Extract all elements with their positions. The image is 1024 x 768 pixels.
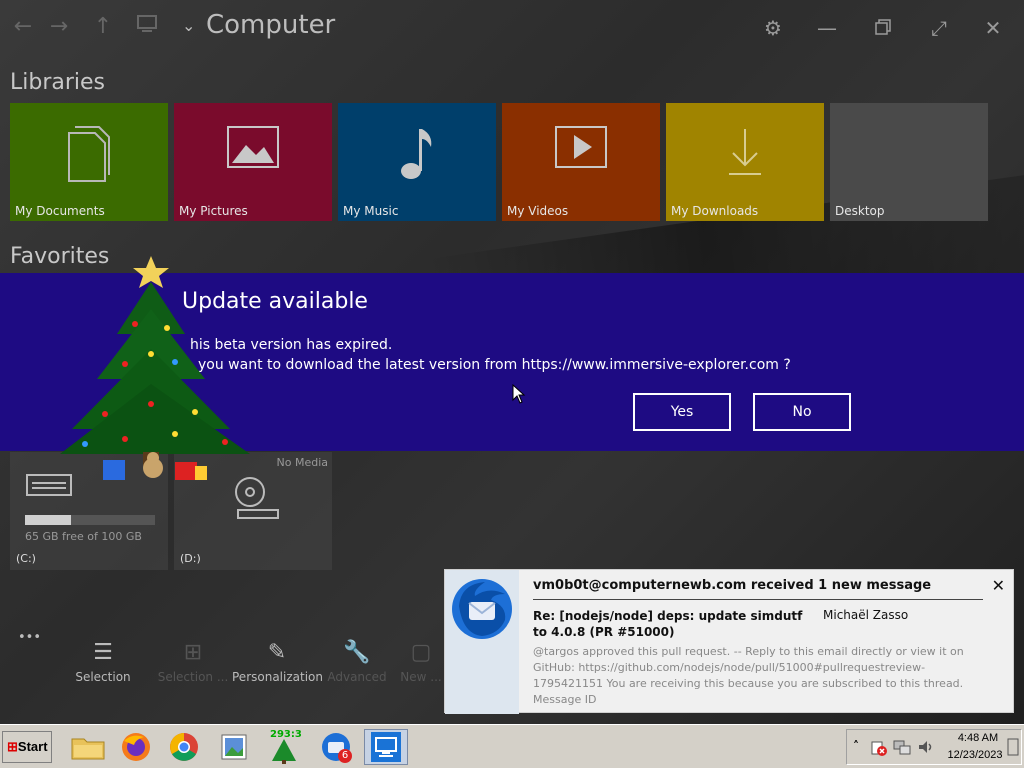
toolbar-label: Selection ... bbox=[157, 670, 229, 684]
tile-my-pictures[interactable]: My Pictures bbox=[174, 103, 332, 221]
close-icon[interactable]: ✕ bbox=[978, 14, 1008, 44]
message-subject: Re: [nodejs/node] deps: update simdutf t… bbox=[533, 609, 803, 639]
gear-icon[interactable]: ⚙ bbox=[758, 14, 788, 44]
drive-free-text: 65 GB free of 100 GB bbox=[25, 530, 142, 543]
libraries-heading: Libraries bbox=[10, 70, 106, 95]
no-button[interactable]: No bbox=[753, 393, 851, 431]
taskbar-chrome[interactable] bbox=[162, 729, 206, 765]
mouse-cursor-icon bbox=[512, 383, 526, 404]
new-item-icon: ▢ bbox=[410, 640, 432, 665]
tile-label: My Music bbox=[343, 204, 399, 218]
personalization-button[interactable]: ✎ Personalization bbox=[232, 636, 323, 684]
documents-icon bbox=[10, 125, 168, 187]
tile-desktop[interactable]: Desktop bbox=[830, 103, 988, 221]
drive-usage-bar bbox=[25, 515, 155, 525]
taskbar-firefox[interactable] bbox=[114, 729, 158, 765]
show-hidden-icons-icon[interactable]: ˄ bbox=[853, 739, 859, 753]
taskbar-immersive-explorer[interactable] bbox=[364, 729, 408, 765]
tile-label: My Documents bbox=[15, 204, 105, 218]
notification-icon-area bbox=[445, 570, 519, 714]
close-icon[interactable]: ✕ bbox=[992, 576, 1005, 595]
checklist-icon: ☰ bbox=[93, 640, 113, 665]
grid-select-icon: ⊞ bbox=[183, 640, 203, 665]
notification-header: vm0b0t@computernewb.com received 1 new m… bbox=[533, 578, 932, 593]
advanced-button[interactable]: 🔧 Advanced bbox=[312, 636, 402, 684]
thunderbird-icon bbox=[322, 733, 350, 761]
thunderbird-icon bbox=[449, 576, 515, 646]
dialog-message-line-1: his beta version has expired. bbox=[190, 337, 393, 353]
wrench-icon: 🔧 bbox=[343, 640, 371, 665]
toolbar-label: Selection bbox=[75, 670, 131, 684]
tile-my-videos[interactable]: My Videos bbox=[502, 103, 660, 221]
taskbar-file-explorer[interactable] bbox=[66, 729, 110, 765]
title-bar: ← → ↑ ⌄ Computer ⚙ — ⤢ ✕ bbox=[0, 0, 1024, 56]
drive-status: No Media bbox=[276, 456, 329, 469]
taskbar-countdown-tree[interactable]: 293:3 bbox=[262, 729, 306, 765]
security-alert-icon[interactable] bbox=[871, 740, 887, 760]
taskbar: ⊞Start 293:3 6 ˄ bbox=[0, 724, 1024, 768]
tile-label: My Pictures bbox=[179, 204, 248, 218]
countdown-badge: 293:3 bbox=[270, 729, 302, 740]
tile-my-documents[interactable]: My Documents bbox=[10, 103, 168, 221]
christmas-tree-icon bbox=[55, 254, 255, 490]
minimize-icon[interactable]: — bbox=[812, 14, 842, 44]
network-icon[interactable] bbox=[893, 740, 911, 760]
start-label: Start bbox=[17, 739, 48, 754]
pictures-icon bbox=[174, 125, 332, 173]
paint-icon: ✎ bbox=[267, 640, 287, 665]
more-options-button[interactable]: ••• bbox=[18, 630, 41, 645]
toolbar-label: Personalization bbox=[232, 670, 323, 684]
taskbar-thunderbird[interactable]: 6 bbox=[314, 729, 358, 765]
tile-label: My Videos bbox=[507, 204, 569, 218]
computer-icon[interactable] bbox=[134, 14, 160, 40]
back-arrow-icon[interactable]: ← bbox=[10, 14, 36, 40]
unread-count-badge: 6 bbox=[338, 749, 352, 763]
clock-date[interactable]: 12/23/2023 bbox=[940, 749, 1010, 761]
selection-button[interactable]: ☰ Selection bbox=[58, 636, 148, 684]
toolbar-label: New ... bbox=[400, 670, 442, 684]
drive-usage-fill bbox=[25, 515, 71, 525]
drive-label: (C:) bbox=[16, 552, 36, 565]
restore-icon[interactable] bbox=[868, 14, 898, 44]
windows-logo-icon: ⊞ bbox=[7, 739, 18, 754]
forward-arrow-icon[interactable]: → bbox=[46, 14, 72, 40]
yes-button[interactable]: Yes bbox=[633, 393, 731, 431]
message-preview: @targos approved this pull request. -- R… bbox=[533, 645, 964, 706]
start-button[interactable]: ⊞Start bbox=[2, 731, 52, 763]
tile-my-downloads[interactable]: My Downloads bbox=[666, 103, 824, 221]
chrome-icon bbox=[170, 733, 198, 761]
volume-icon[interactable] bbox=[917, 739, 935, 759]
chevron-down-icon[interactable]: ⌄ bbox=[182, 16, 195, 35]
selection-options-button[interactable]: ⊞ Selection ... bbox=[148, 636, 238, 684]
videos-icon bbox=[502, 125, 660, 173]
message-sender: Michaël Zasso bbox=[823, 608, 909, 622]
drive-label: (D:) bbox=[180, 552, 201, 565]
tile-my-music[interactable]: My Music bbox=[338, 103, 496, 221]
tile-label: Desktop bbox=[835, 204, 885, 218]
fullscreen-icon[interactable]: ⤢ bbox=[924, 14, 954, 44]
clock-time[interactable]: 4:48 AM bbox=[948, 732, 1008, 744]
firefox-icon bbox=[122, 733, 150, 761]
music-icon bbox=[338, 125, 496, 185]
computer-icon bbox=[371, 732, 401, 762]
dialog-message-line-2: you want to download the latest version … bbox=[198, 357, 791, 373]
toolbar-label: Advanced bbox=[327, 670, 387, 684]
new-mail-notification[interactable]: vm0b0t@computernewb.com received 1 new m… bbox=[444, 569, 1014, 714]
dialog-message: his beta version has expired. you want t… bbox=[190, 335, 791, 375]
new-button[interactable]: ▢ New ... bbox=[396, 636, 446, 684]
downloads-icon bbox=[666, 125, 824, 183]
folder-icon bbox=[71, 738, 105, 760]
tile-label: My Downloads bbox=[671, 204, 759, 218]
window-title: Computer bbox=[206, 10, 336, 40]
taskbar-picture-viewer[interactable] bbox=[212, 729, 256, 765]
divider bbox=[533, 599, 983, 600]
up-arrow-icon[interactable]: ↑ bbox=[90, 14, 116, 40]
picture-viewer-icon bbox=[221, 734, 247, 760]
